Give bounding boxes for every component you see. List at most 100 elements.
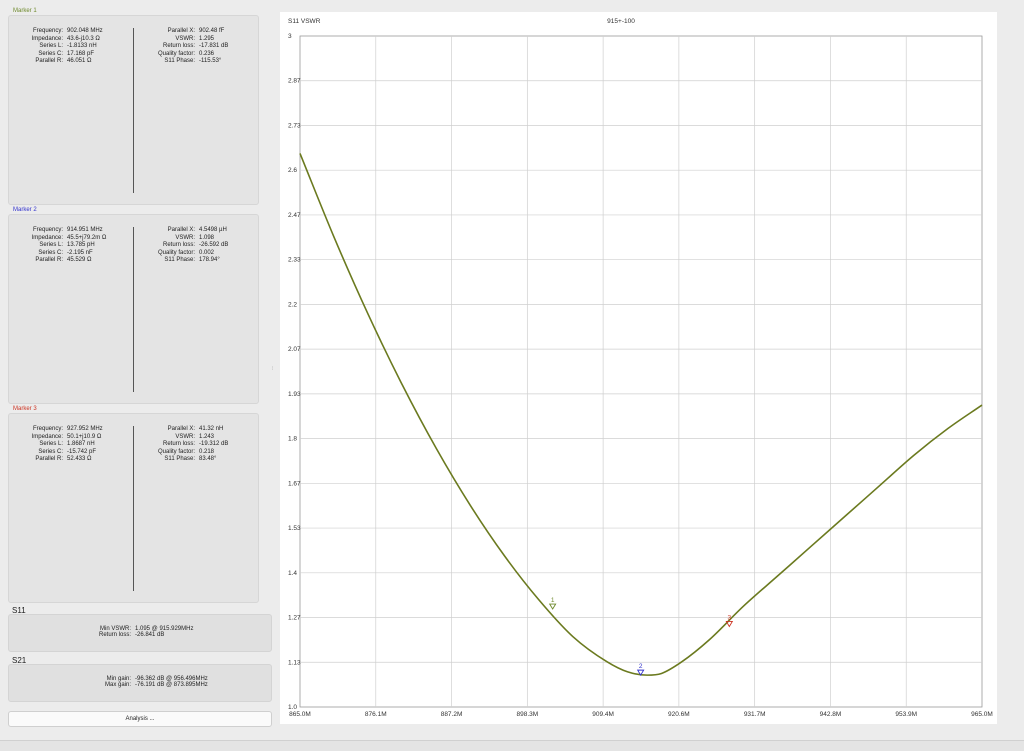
y-tick-label: 2.33 [288,257,301,264]
marker-label: 1 [551,597,555,604]
s21-rows: Min gain: -96.362 dB @ 956.496MHz Max gai… [9,676,208,688]
marker-1-row: Parallel X: 902.48 fF [137,28,228,36]
value: 4.5498 µH [199,227,227,233]
marker-2-row: Parallel X: 4.5498 µH [137,227,228,235]
marker-2-row: S11 Phase: 178.94° [137,257,228,265]
value: 1.243 [199,433,215,440]
value: 1.098 [199,234,215,241]
value: 902.48 fF [199,28,225,34]
value: -19.312 dB [199,441,229,447]
label: Series C: [38,249,63,256]
value: 46.051 Ω [67,58,92,64]
marker-1-row: Series C: 17.168 pF [13,51,103,59]
value: -26.592 dB [199,242,229,248]
value: -1.8133 nH [67,43,97,49]
marker-3-row: Series C: -15.742 pF [13,449,103,457]
value: -17.831 dB [199,43,229,49]
label: Frequency: [32,28,63,34]
marker-3-row: Frequency: 927.952 MHz [13,426,103,434]
marker-3-right-column: Parallel X: 41.32 nH VSWR: 1.243 Return lo… [137,426,228,464]
value: 0.218 [199,448,215,455]
s11-summary-box: Min VSWR: 1.095 @ 915.929MHz Return loss:… [8,614,272,652]
label: Return loss: [162,242,195,248]
label: Series C: [38,50,63,57]
marker-2-row: Quality factor: 0.002 [137,250,228,258]
label: Impedance: [31,433,63,440]
value: 50.1+j10.9 Ω [67,433,102,440]
marker-1-row: Return loss: -17.831 dB [137,43,228,51]
marker-1-title: Marker 1 [13,8,37,14]
label: Return loss: [162,441,195,447]
marker-1-row: VSWR: 1.295 [137,36,228,44]
status-bar [0,740,1024,751]
marker-1-row: S11 Phase: -115.53° [137,58,228,66]
marker-2-divider [133,227,134,392]
y-tick-label: 1.13 [288,659,301,666]
marker-label: 2 [639,663,643,670]
marker-2-row: Frequency: 914.951 MHz [13,227,106,235]
y-tick-label: 3 [288,33,292,40]
label: S11 Phase: [164,257,195,263]
chart-title: 915+-100 [607,18,635,25]
marker-1-row: Quality factor: 0.236 [137,51,228,59]
marker-1-left-column: Frequency: 902.048 MHz Impedance: 43.6-j10… [13,28,103,66]
value: 83.48° [199,456,217,462]
label: Frequency: [32,426,63,432]
x-tick-label: 876.1M [365,711,387,718]
marker-3-row: Parallel X: 41.32 nH [137,426,228,434]
marker-3-row: Series L: 1.8687 nH [13,441,103,449]
x-tick-label: 865.0M [289,711,311,718]
y-tick-label: 1.4 [288,570,297,577]
x-tick-label: 898.3M [516,711,538,718]
value: 43.6-j10.3 Ω [67,35,100,42]
label: S11 Phase: [164,58,195,64]
y-tick-label: 2.87 [288,78,301,85]
marker-2-row: Return loss: -26.592 dB [137,242,228,250]
label: Impedance: [31,35,63,42]
x-tick-label: 931.7M [744,711,766,718]
label: Series L: [39,242,63,248]
x-tick-label: 920.6M [668,711,690,718]
label: Series L: [39,43,63,49]
value: 45.529 Ω [67,257,92,263]
marker-2-row: VSWR: 1.098 [137,235,228,243]
x-tick-label: 965.0M [971,711,993,718]
label: Parallel X: [167,426,195,432]
label: Parallel X: [167,227,195,233]
value: 41.32 nH [199,426,224,432]
y-tick-label: 1.27 [288,615,301,622]
s21-summary-box: Min gain: -96.362 dB @ 956.496MHz Max gai… [8,664,272,702]
marker-3-divider [133,426,134,591]
label: Impedance: [31,234,63,241]
value: 0.236 [199,50,215,57]
y-tick-label: 1.67 [288,480,301,487]
analysis-button[interactable]: Analysis ... [8,711,272,727]
value: -15.742 pF [67,448,97,455]
marker-2-row: Series L: 13.785 pH [13,242,106,250]
label: VSWR: [175,35,195,42]
marker-label: 3 [728,614,732,621]
value: 45.5+j79.2m Ω [67,234,107,241]
x-tick-label: 887.2M [441,711,463,718]
label: Max gain: [104,682,131,688]
marker-1-row: Frequency: 902.048 MHz [13,28,103,36]
value: 178.94° [199,257,220,263]
splitter-handle[interactable]: ⁞ [272,366,273,372]
x-tick-label: 909.4M [592,711,614,718]
y-tick-label: 2.2 [288,301,297,308]
marker-3-row: Return loss: -19.312 dB [137,441,228,449]
y-tick-label: 1.8 [288,436,297,443]
y-tick-label: 1.53 [288,525,301,532]
value: 0.002 [199,249,215,256]
y-axis-title: S11 VSWR [288,18,321,25]
marker-3-left-column: Frequency: 927.952 MHz Impedance: 50.1+j10… [13,426,103,464]
label: Quality factor: [157,249,195,256]
label: Frequency: [32,227,63,233]
value: 17.168 pF [67,50,95,57]
value: -26.841 dB [135,632,165,638]
s11-rows: Min VSWR: 1.095 @ 915.929MHz Return loss:… [9,626,193,638]
marker-1-row: Series L: -1.8133 nH [13,43,103,51]
value: 52.433 Ω [67,456,92,462]
value: 13.785 pH [67,242,95,248]
s11-row: Return loss: -26.841 dB [9,632,193,638]
